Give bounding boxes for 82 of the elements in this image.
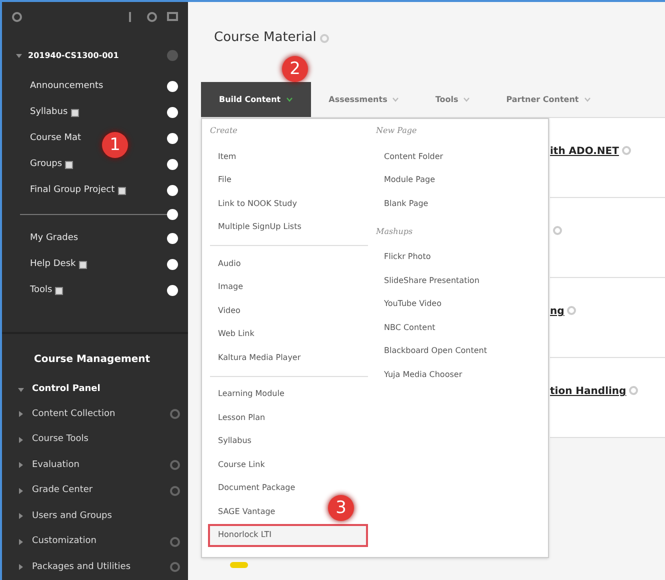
settings-icon[interactable]: [170, 409, 180, 420]
menu-item[interactable]: Learning Module: [210, 382, 284, 406]
refresh-icon[interactable]: [147, 12, 157, 22]
action-tab[interactable]: Tools: [417, 82, 488, 117]
chevron-down-icon: [392, 97, 400, 102]
chevron-down-icon: [584, 97, 591, 102]
expand-caret-icon[interactable]: [18, 564, 24, 570]
course-menu-link[interactable]: Groups: [30, 158, 62, 172]
menu-item[interactable]: Document Package: [210, 476, 296, 500]
menu-item[interactable]: Honorlock LTI: [208, 524, 368, 547]
menu-item[interactable]: File: [210, 168, 232, 192]
control-panel-link[interactable]: Customization: [32, 535, 96, 548]
action-tab[interactable]: Build Content: [201, 82, 311, 117]
menu-item[interactable]: Lesson Plan: [210, 406, 266, 430]
course-menu-link[interactable]: Announcements: [30, 80, 104, 94]
control-panel-link[interactable]: Evaluation: [32, 458, 80, 472]
course-title[interactable]: 201940-CS1300-001: [28, 50, 119, 62]
expand-caret-icon[interactable]: [18, 538, 24, 545]
expand-caret-icon[interactable]: [18, 436, 24, 443]
control-panel-link[interactable]: Packages and Utilities: [32, 560, 131, 574]
control-panel-heading[interactable]: Control Panel: [32, 382, 100, 396]
course-menu-link[interactable]: Syllabus: [30, 106, 68, 120]
content-title-link[interactable]: ng: [550, 304, 564, 319]
menu-item[interactable]: Content Folder: [376, 145, 444, 168]
page-icon: [78, 260, 87, 269]
menu-group-heading: Create: [210, 125, 238, 137]
content-title-link[interactable]: ith ADO.NET: [550, 144, 619, 159]
menu-item[interactable]: Image: [210, 276, 244, 299]
chevron-down-icon: [286, 97, 293, 102]
menu-item[interactable]: Multiple SignUp Lists: [210, 216, 302, 239]
menu-item[interactable]: Web Link: [210, 322, 254, 346]
menu-item[interactable]: SlideShare Presentation: [376, 269, 480, 292]
chevron-down-icon: [463, 97, 470, 102]
menu-group-heading: New Page: [376, 125, 417, 137]
step-number-badge: 3: [328, 495, 354, 521]
expand-caret-icon[interactable]: [18, 513, 24, 520]
menu-item[interactable]: Audio: [210, 252, 241, 276]
menu-item[interactable]: Flickr Photo: [376, 246, 431, 269]
page-icon: [70, 108, 79, 117]
step-number-badge: 1: [102, 132, 128, 158]
action-tab[interactable]: Assessments: [310, 82, 418, 117]
settings-icon[interactable]: [170, 562, 180, 572]
course-menu-link[interactable]: Help Desk: [30, 258, 76, 272]
control-panel-link[interactable]: Users and Groups: [32, 510, 112, 523]
menu-item[interactable]: Video: [210, 299, 240, 322]
expand-caret-icon[interactable]: [18, 411, 24, 418]
menu-item[interactable]: Blackboard Open Content: [376, 340, 488, 363]
page-icon: [65, 160, 74, 169]
settings-icon[interactable]: [170, 486, 180, 496]
page-title: Course Material: [214, 29, 316, 48]
expand-caret-icon[interactable]: [18, 462, 24, 468]
menu-icon[interactable]: [12, 12, 22, 22]
section-heading: Course Management: [33, 352, 152, 367]
menu-group-heading: Mashups: [376, 226, 413, 238]
content-title-link[interactable]: tion Handling: [550, 384, 626, 399]
menu-item[interactable]: NBC Content: [376, 316, 436, 340]
control-panel-link[interactable]: Course Tools: [32, 433, 88, 446]
menu-item[interactable]: Link to NOOK Study: [210, 192, 297, 216]
menu-item[interactable]: Item: [210, 145, 236, 168]
expand-caret-icon[interactable]: [18, 488, 24, 494]
page-icon: [55, 286, 64, 295]
menu-item[interactable]: Blank Page: [376, 192, 428, 216]
menu-item[interactable]: Kaltura Media Player: [210, 346, 301, 370]
control-panel-link[interactable]: Content Collection: [32, 408, 116, 421]
menu-item[interactable]: Yuja Media Chooser: [376, 363, 462, 386]
expand-caret-icon[interactable]: [18, 386, 24, 393]
settings-icon[interactable]: [170, 460, 180, 470]
control-panel-link[interactable]: Grade Center: [32, 484, 93, 498]
action-tab[interactable]: Partner Content: [488, 82, 609, 117]
menu-item[interactable]: SAGE Vantage: [210, 500, 276, 524]
menu-item[interactable]: Syllabus: [210, 430, 252, 453]
page-icon: [118, 186, 126, 195]
course-menu-link[interactable]: Tools: [30, 284, 52, 298]
menu-item[interactable]: Module Page: [376, 168, 435, 192]
course-menu-link[interactable]: Final Group Project: [30, 184, 115, 198]
collapse-caret-icon[interactable]: [16, 52, 22, 59]
step-number-badge: 2: [282, 56, 308, 82]
menu-item[interactable]: YouTube Video: [376, 292, 442, 316]
settings-icon[interactable]: [170, 536, 180, 547]
course-menu-link[interactable]: Course Mat: [30, 132, 82, 146]
course-menu-link[interactable]: My Grades: [30, 232, 78, 246]
menu-item[interactable]: Course Link: [210, 453, 265, 476]
